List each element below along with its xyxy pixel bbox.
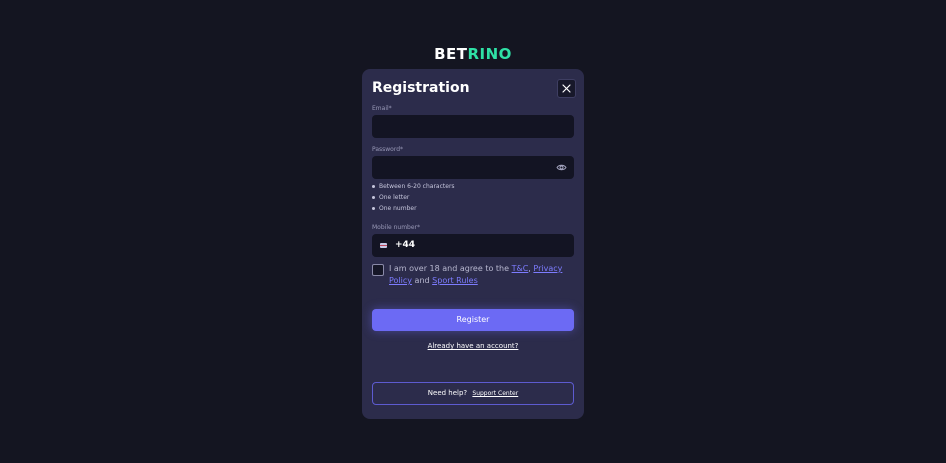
- logo-text-rino: RINO: [467, 45, 512, 63]
- email-field[interactable]: [372, 115, 574, 138]
- help-text: Need help?: [427, 389, 468, 397]
- eye-icon[interactable]: [556, 162, 567, 173]
- terms-checkbox[interactable]: [372, 264, 384, 276]
- email-label: Email*: [372, 105, 392, 112]
- help-box: Need help? Support Center: [372, 382, 574, 405]
- login-link[interactable]: Already have an account?: [362, 342, 584, 350]
- support-center-link[interactable]: Support Center: [472, 390, 518, 397]
- register-button[interactable]: Register: [372, 309, 574, 331]
- sport-rules-link[interactable]: Sport Rules: [432, 276, 478, 285]
- tc-link[interactable]: T&C: [512, 264, 529, 273]
- mobile-number-field[interactable]: +44: [372, 234, 574, 257]
- password-rule: One letter: [372, 194, 409, 201]
- close-button[interactable]: [557, 79, 576, 98]
- password-label: Password*: [372, 146, 404, 153]
- close-icon: [562, 84, 571, 93]
- terms-agreement-text: I am over 18 and agree to the T&C, Priva…: [389, 264, 563, 285]
- mobile-label: Mobile number*: [372, 224, 421, 231]
- registration-modal: Registration Email* Password* Between 6-…: [362, 69, 584, 419]
- brand-logo: BETRINO: [0, 45, 946, 63]
- uk-flag-icon[interactable]: [380, 243, 387, 248]
- modal-title: Registration: [372, 80, 470, 96]
- password-rule: Between 6-20 characters: [372, 183, 455, 190]
- password-field[interactable]: [372, 156, 574, 179]
- country-code: +44: [395, 240, 416, 250]
- password-rule: One number: [372, 205, 417, 212]
- logo-text-bet: BET: [434, 45, 468, 63]
